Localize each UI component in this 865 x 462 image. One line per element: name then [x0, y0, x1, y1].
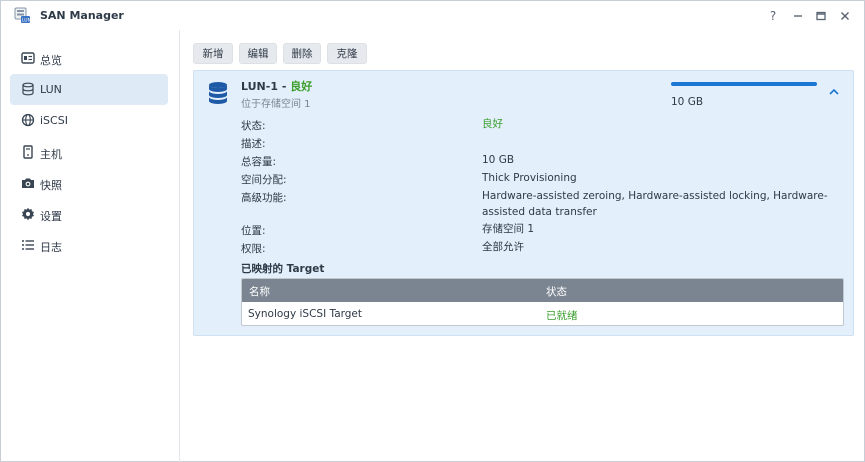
column-header-status[interactable]: 状态 [546, 284, 567, 299]
minimize-button[interactable] [789, 7, 807, 25]
iscsi-icon [21, 113, 35, 127]
sidebar-item-host[interactable]: 主机 [10, 137, 168, 168]
lun-title: LUN-1 - 良好 [241, 78, 312, 94]
sidebar-item-label: iSCSI [40, 114, 68, 127]
lun-icon [22, 82, 34, 96]
detail-value-status: 良好 [482, 118, 503, 130]
overview-icon [21, 52, 35, 64]
lun-status: 良好 [290, 80, 313, 93]
sidebar-item-label: 快照 [40, 179, 62, 192]
sidebar-item-overview[interactable]: 总览 [10, 43, 168, 74]
help-icon: ? [769, 9, 777, 23]
sidebar: 总览 LUN iSCSI 主机 快照 设置 日志 [1, 30, 180, 462]
minimize-icon [794, 15, 802, 17]
sidebar-item-log[interactable]: 日志 [10, 230, 168, 261]
sidebar-item-settings[interactable]: 设置 [10, 199, 168, 230]
sidebar-item-label: 主机 [40, 148, 62, 161]
sidebar-item-lun[interactable]: LUN [10, 74, 168, 105]
detail-value-advanced-line1: Hardware-assisted zeroing, Hardware-assi… [482, 190, 828, 202]
detail-value-allocation: Thick Provisioning [482, 172, 577, 184]
detail-label-location: 位置: [241, 225, 266, 237]
app-title: SAN Manager [40, 9, 124, 22]
close-icon [841, 12, 849, 20]
table-header: 名称 状态 [242, 279, 843, 302]
sidebar-item-label: LUN [40, 83, 62, 96]
log-icon [22, 240, 34, 250]
lun-detail-panel[interactable]: LUN-1 - 良好 位于存储空间 1 10 GB 状态: 良好 描述: 总容量… [193, 70, 854, 336]
svg-text:LUN: LUN [22, 18, 31, 24]
delete-button[interactable]: 删除 [283, 43, 321, 64]
detail-value-advanced-line2: assisted data transfer [482, 206, 597, 218]
sidebar-item-label: 总览 [40, 54, 62, 67]
chevron-up-icon[interactable] [828, 86, 840, 98]
detail-value-capacity: 10 GB [482, 154, 515, 166]
camera-icon [22, 178, 34, 188]
detail-label-advanced: 高级功能: [241, 192, 287, 204]
host-icon [23, 145, 33, 159]
close-button[interactable] [836, 7, 854, 25]
sidebar-item-snapshot[interactable]: 快照 [10, 168, 168, 199]
maximize-button[interactable] [812, 7, 830, 25]
san-manager-window: LUN SAN Manager ? 总览 LUN iSCSI 主机 快照 设置 … [0, 0, 865, 462]
lun-title-separator: - [277, 80, 291, 93]
mapped-target-table: 名称 状态 Synology iSCSI Target 已就绪 [241, 278, 844, 326]
lun-name: LUN-1 [241, 80, 278, 93]
detail-label-description: 描述: [241, 138, 266, 150]
detail-label-capacity: 总容量: [241, 156, 277, 168]
detail-label-permission: 权限: [241, 243, 266, 255]
add-button[interactable]: 新增 [193, 43, 233, 64]
sidebar-item-iscsi[interactable]: iSCSI [10, 105, 168, 136]
sidebar-item-label: 设置 [40, 210, 62, 223]
maximize-icon [816, 11, 826, 21]
help-button[interactable]: ? [764, 7, 782, 25]
detail-label-allocation: 空间分配: [241, 174, 287, 186]
gear-icon [22, 207, 34, 221]
detail-label-status: 状态: [241, 120, 266, 132]
target-status: 已就绪 [546, 310, 578, 322]
mapped-target-title: 已映射的 Target [241, 263, 325, 275]
capacity-bar [671, 82, 817, 86]
edit-button[interactable]: 编辑 [239, 43, 277, 64]
detail-value-location: 存储空间 1 [482, 223, 535, 235]
column-header-name[interactable]: 名称 [249, 284, 270, 299]
database-icon [209, 82, 227, 104]
clone-button[interactable]: 克隆 [327, 43, 367, 64]
target-name: Synology iSCSI Target [248, 308, 363, 320]
capacity-text: 10 GB [671, 96, 704, 108]
lun-location: 位于存储空间 1 [241, 99, 311, 110]
title-bar: LUN SAN Manager ? [1, 1, 864, 30]
san-manager-app-icon: LUN [14, 7, 31, 24]
sidebar-item-label: 日志 [40, 241, 62, 254]
detail-value-permission: 全部允许 [482, 241, 524, 253]
